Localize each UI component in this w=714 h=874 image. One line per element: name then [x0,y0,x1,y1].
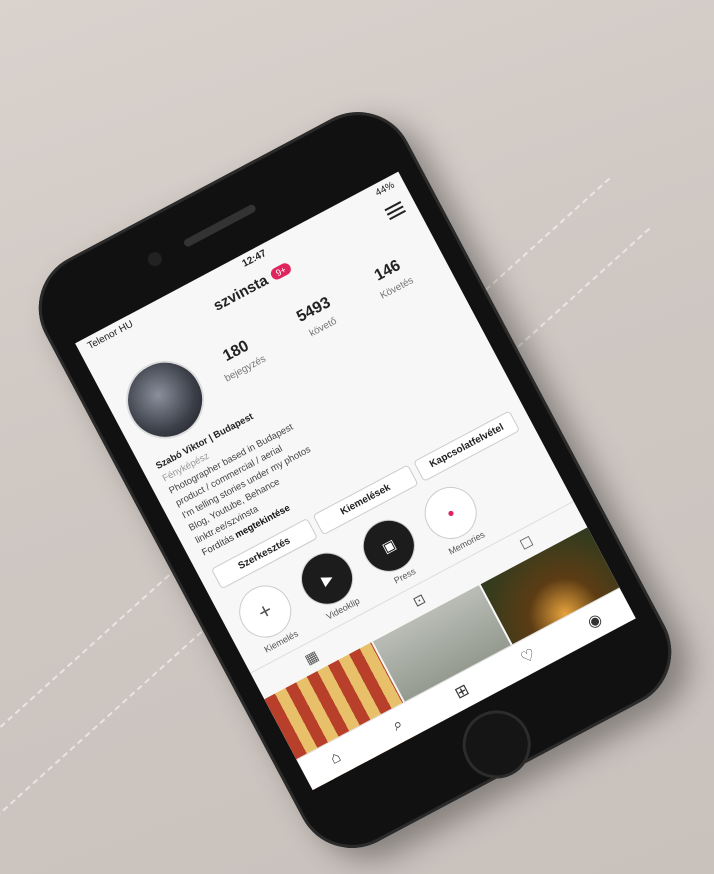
front-camera [145,249,165,269]
grid-icon[interactable]: ▦ [302,647,322,668]
notification-badge[interactable]: 9+ [269,261,293,282]
add-post-icon[interactable]: ⊞ [451,680,472,704]
highlight-videoclip[interactable]: ▶ Videoklip [290,543,370,627]
home-button[interactable] [450,698,543,791]
highlight-press[interactable]: ▣ Press [352,510,432,594]
stat-posts[interactable]: 180 bejegyzés [212,333,269,386]
tagged-icon[interactable]: ☐ [517,533,536,554]
phone: Telenor HU 12:47 44% szvinsta 9+ 180 bej… [19,92,691,868]
earpiece-speaker [182,203,257,249]
igtv-icon[interactable]: ⊡ [410,590,428,611]
highlight-memories[interactable]: ● Memories [414,477,494,561]
highlight-new[interactable]: + Kiemelés [228,575,308,659]
stat-following[interactable]: 146 Követés [368,255,417,304]
stat-followers[interactable]: 5493 követő [294,294,342,342]
profile-icon[interactable]: ◉ [584,609,606,633]
heart-icon[interactable]: ♡ [517,644,539,668]
search-icon[interactable]: ⌕ [390,715,406,735]
home-icon[interactable]: ⌂ [327,748,344,768]
hamburger-menu-icon[interactable] [383,198,407,222]
